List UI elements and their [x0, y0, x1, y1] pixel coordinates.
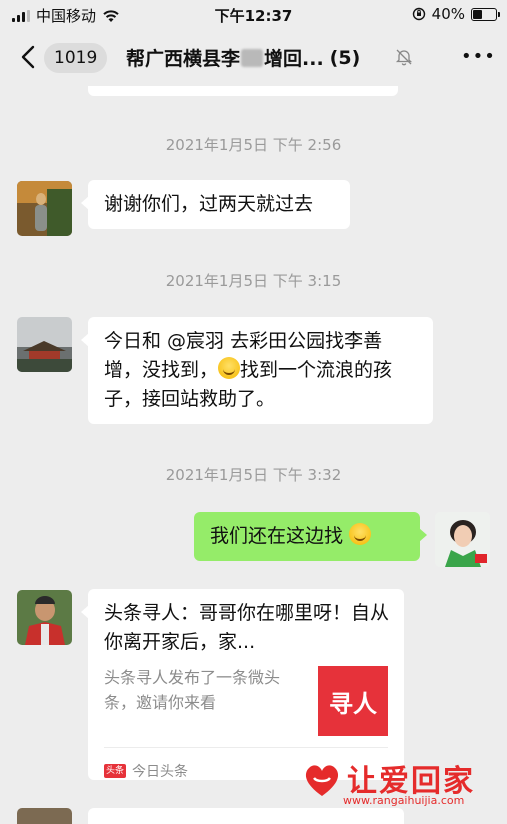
avatar-temple-image	[17, 317, 72, 372]
share-card-source-name: 今日头条	[132, 764, 189, 780]
mute-bell-icon	[395, 49, 413, 66]
toutiao-icon: 头条	[104, 764, 127, 778]
previous-message-bubble	[88, 86, 398, 96]
watermark-logo: 让爱回家 www.rangaihuijia.com	[299, 754, 499, 814]
my-message-bubble[interactable]: 我们还在这边找	[194, 512, 427, 561]
unread-count-badge[interactable]: 1019	[44, 43, 108, 73]
avatar-man-image	[17, 590, 72, 645]
smile-emoji-icon	[218, 357, 241, 379]
avatar-partial-image	[17, 808, 72, 824]
share-card[interactable]: 头条寻人：哥哥你在哪里呀！自从你离开家后，家... 头条寻人发布了一条微头条，邀…	[81, 589, 404, 780]
message-bubble[interactable]: 谢谢你们，过两天就过去	[81, 180, 350, 229]
avatar[interactable]	[17, 590, 72, 645]
status-bar: 中国移动 下午12:37 40%	[0, 0, 507, 30]
heart-hands-icon	[305, 765, 339, 796]
chat-title-end: 增回...	[264, 48, 324, 70]
share-card-description: 头条寻人发布了一条微头条，邀请你来看	[104, 668, 281, 712]
share-card-divider	[104, 747, 388, 748]
battery-percent: 40%	[431, 5, 465, 23]
orientation-lock-icon	[412, 7, 425, 21]
share-card-source: 头条 今日头条	[104, 761, 188, 781]
member-count: (5)	[329, 46, 361, 69]
redacted-mask	[241, 48, 264, 67]
watermark-url: www.rangaihuijia.com	[343, 794, 465, 807]
timestamp: 2021年1月5日 下午 3:15	[165, 272, 342, 290]
my-avatar[interactable]	[435, 512, 490, 567]
chat-title[interactable]: 帮广西横县李 增回... (5)	[126, 44, 360, 71]
share-card-title: 头条寻人：哥哥你在哪里呀！自从你离开家后，家...	[104, 602, 390, 653]
avatar[interactable]	[17, 317, 72, 372]
avatar[interactable]	[17, 808, 72, 824]
grin-emoji-icon	[349, 523, 372, 545]
status-right: 40%	[412, 5, 500, 23]
back-chevron-icon[interactable]	[14, 42, 44, 72]
message-bubble[interactable]: 今日和 @宸羽 去彩田公园找李善增，没找到， 找到一个流浪的孩子，接回站救助了。	[81, 317, 433, 424]
message-list[interactable]: 2021年1月5日 下午 2:56 谢谢你们，过两天就过去 2021年1月5日 …	[0, 86, 507, 824]
message-text: 谢谢你们，过两天就过去	[104, 193, 314, 215]
avatar-statue-image	[17, 181, 72, 236]
share-card-thumbnail: 寻人	[318, 666, 388, 736]
avatar-woman-image	[435, 512, 490, 567]
message-text: 我们还在这边找	[210, 525, 344, 547]
timestamp: 2021年1月5日 下午 3:32	[165, 466, 342, 484]
chat-title-start: 帮广西横县李	[126, 48, 241, 70]
more-options-icon[interactable]	[461, 46, 491, 70]
timestamp: 2021年1月5日 下午 2:56	[165, 136, 342, 154]
avatar[interactable]	[17, 181, 72, 236]
battery-icon	[471, 7, 500, 21]
chat-header: 1019 帮广西横县李 增回... (5)	[0, 30, 507, 86]
